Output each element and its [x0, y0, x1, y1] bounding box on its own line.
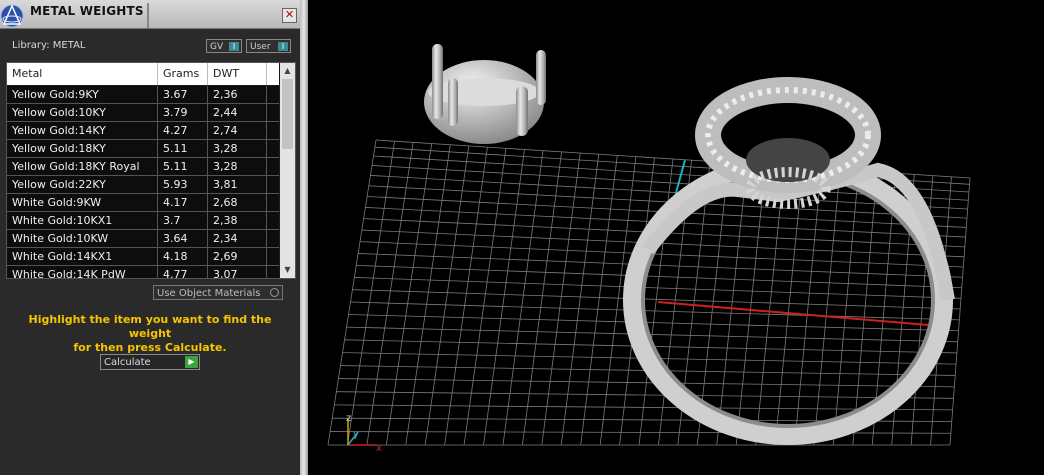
- metal-cell: Yellow Gold:22KY: [7, 176, 158, 193]
- grid-line: [352, 289, 961, 310]
- table-row[interactable]: Yellow Gold:14KY 4.27 2,74: [7, 122, 279, 140]
- metal-cell: Yellow Gold:14KY: [7, 122, 158, 139]
- dwt-cell: 2,68: [208, 194, 267, 211]
- metal-table[interactable]: Metal Grams DWT Yellow Gold:9KY 3.67 2,36 …: [6, 62, 296, 279]
- use-object-materials-label: Use Object Materials: [157, 288, 261, 299]
- metal-cell: White Gold:10KW: [7, 230, 158, 247]
- grams-cell: 4.17: [158, 194, 208, 211]
- metal-cell: Yellow Gold:18KY Royal: [7, 158, 158, 175]
- gv-toggle[interactable]: GV I: [206, 39, 242, 53]
- metal-cell: White Gold:14KX1: [7, 248, 158, 265]
- table-row[interactable]: White Gold:14K PdW 4.77 3,07: [7, 266, 279, 278]
- close-icon: ✕: [284, 8, 295, 21]
- column-header-metal[interactable]: Metal: [7, 63, 158, 85]
- user-toggle-indicator-icon: I: [278, 42, 288, 51]
- gv-toggle-label: GV: [210, 42, 224, 52]
- grams-cell: 3.7: [158, 212, 208, 229]
- dwt-cell: 3,07: [208, 266, 267, 278]
- grams-cell: 3.64: [158, 230, 208, 247]
- table-row[interactable]: Yellow Gold:22KY 5.93 3,81: [7, 176, 279, 194]
- dwt-cell: 3,28: [208, 140, 267, 157]
- scroll-up-icon[interactable]: ▲: [280, 64, 295, 78]
- table-row[interactable]: White Gold:10KW 3.64 2,34: [7, 230, 279, 248]
- dwt-cell: 2,38: [208, 212, 267, 229]
- column-header-dwt[interactable]: DWT: [208, 63, 267, 85]
- user-toggle-label: User: [250, 42, 271, 52]
- table-row[interactable]: Yellow Gold:10KY 3.79 2,44: [7, 104, 279, 122]
- table-row[interactable]: White Gold:14KX1 4.18 2,69: [7, 248, 279, 266]
- metal-cell: White Gold:10KX1: [7, 212, 158, 229]
- grid-line: [358, 253, 963, 278]
- dwt-cell: 2,74: [208, 122, 267, 139]
- table-header: Metal Grams DWT: [7, 63, 279, 85]
- dwt-cell: 3,81: [208, 176, 267, 193]
- metal-cell: Yellow Gold:10KY: [7, 104, 158, 121]
- table-row[interactable]: Yellow Gold:18KY 5.11 3,28: [7, 140, 279, 158]
- grid-line: [359, 241, 964, 268]
- metal-cell: White Gold:9KW: [7, 194, 158, 211]
- viewport-canvas[interactable]: z y x: [308, 0, 1044, 475]
- column-header-grams[interactable]: Grams: [158, 63, 208, 85]
- library-label: Library: METAL: [12, 40, 86, 51]
- table-row[interactable]: White Gold:9KW 4.17 2,68: [7, 194, 279, 212]
- table-row[interactable]: Yellow Gold:18KY Royal 5.11 3,28: [7, 158, 279, 176]
- axis-y-label: y: [353, 429, 359, 440]
- grams-cell: 3.79: [158, 104, 208, 121]
- table-row[interactable]: Yellow Gold:9KY 3.67 2,36: [7, 86, 279, 104]
- user-toggle[interactable]: User I: [246, 39, 291, 53]
- x-axis-line: [657, 301, 929, 326]
- play-arrow-icon: ▶: [185, 356, 198, 368]
- grams-cell: 4.27: [158, 122, 208, 139]
- grams-cell: 4.77: [158, 266, 208, 278]
- head-setting-model[interactable]: [424, 44, 546, 144]
- panel-title: METAL WEIGHTS: [30, 4, 144, 18]
- close-button[interactable]: ✕: [282, 8, 297, 23]
- gv-toggle-indicator-icon: I: [229, 42, 239, 51]
- use-object-materials-option[interactable]: Use Object Materials: [153, 285, 283, 300]
- table-body: Yellow Gold:9KY 3.67 2,36 Yellow Gold:10KY…: [7, 86, 279, 278]
- radio-icon[interactable]: [270, 288, 279, 297]
- panel-titlebar[interactable]: METAL WEIGHTS ✕: [0, 0, 300, 29]
- dwt-cell: 3,28: [208, 158, 267, 175]
- axis-x-label: x: [376, 443, 382, 454]
- calculate-button[interactable]: Calculate ▶: [100, 354, 200, 370]
- dwt-cell: 2,34: [208, 230, 267, 247]
- metal-cell: White Gold:14K PdW: [7, 266, 158, 278]
- panel-splitter[interactable]: [300, 0, 308, 475]
- axis-z-label: z: [346, 413, 351, 424]
- grams-cell: 5.11: [158, 140, 208, 157]
- grams-cell: 4.18: [158, 248, 208, 265]
- dwt-cell: 2,44: [208, 104, 267, 121]
- title-tab-divider: [147, 3, 149, 28]
- scroll-down-icon[interactable]: ▼: [280, 263, 295, 277]
- grams-cell: 5.11: [158, 158, 208, 175]
- grams-cell: 3.67: [158, 86, 208, 103]
- metal-cell: Yellow Gold:18KY: [7, 140, 158, 157]
- grams-cell: 5.93: [158, 176, 208, 193]
- metal-cell: Yellow Gold:9KY: [7, 86, 158, 103]
- grid-line: [354, 277, 962, 299]
- calculate-label: Calculate: [104, 357, 151, 368]
- scrollbar-thumb[interactable]: [282, 79, 293, 149]
- metal-weights-panel: METAL WEIGHTS ✕ Library: METAL GV I User…: [0, 0, 300, 475]
- dwt-cell: 2,69: [208, 248, 267, 265]
- dwt-cell: 2,36: [208, 86, 267, 103]
- halo-ring-model[interactable]: [623, 77, 955, 445]
- grid-line: [356, 264, 962, 289]
- table-row[interactable]: White Gold:10KX1 3.7 2,38: [7, 212, 279, 230]
- instruction-line-2: for then press Calculate.: [73, 341, 227, 354]
- instruction-line-1: Highlight the item you want to find the …: [28, 313, 272, 340]
- instruction-message: Highlight the item you want to find the …: [10, 313, 290, 355]
- 3d-viewport[interactable]: z y x: [308, 0, 1044, 475]
- app-logo-icon: [0, 4, 24, 28]
- table-scrollbar[interactable]: ▲ ▼: [280, 63, 295, 278]
